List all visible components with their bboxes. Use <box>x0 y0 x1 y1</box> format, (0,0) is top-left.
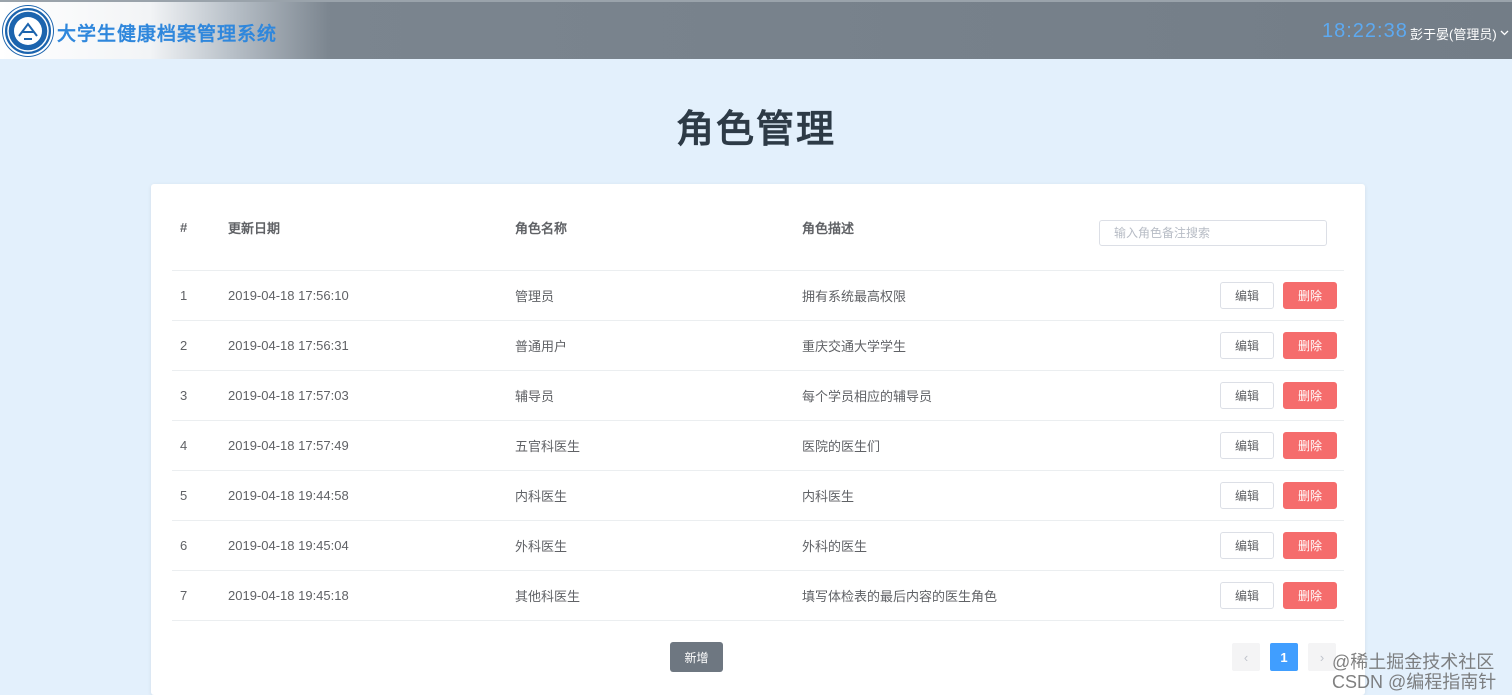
table-row: 7 2019-04-18 19:45:18 其他科医生 填写体检表的最后内容的医生角色… <box>172 571 1344 621</box>
edit-button[interactable]: 编辑 <box>1220 582 1274 609</box>
pagination: ‹ 1 › <box>1232 643 1336 671</box>
edit-button[interactable]: 编辑 <box>1220 432 1274 459</box>
row-role-desc: 重庆交通大学学生 <box>802 339 907 354</box>
table-row: 1 2019-04-18 17:56:10 管理员 拥有系统最高权限 编辑 删除 <box>172 271 1344 321</box>
table-header-row: # 更新日期 角色名称 角色描述 <box>172 184 1344 271</box>
row-role-name: 内科医生 <box>515 489 568 504</box>
delete-button[interactable]: 删除 <box>1283 282 1337 309</box>
row-index: 7 <box>180 588 188 603</box>
delete-button[interactable]: 删除 <box>1283 332 1337 359</box>
edit-button[interactable]: 编辑 <box>1220 282 1274 309</box>
top-header: 大学生健康档案管理系统 18:22:38 彭于晏(管理员) <box>0 0 1512 59</box>
row-update-date: 2019-04-18 17:57:49 <box>228 438 349 453</box>
column-header-date: 更新日期 <box>228 220 281 236</box>
table-row: 3 2019-04-18 17:57:03 辅导员 每个学员相应的辅导员 编辑 删除 <box>172 371 1344 421</box>
edit-button[interactable]: 编辑 <box>1220 382 1274 409</box>
prev-page-button[interactable]: ‹ <box>1232 643 1260 671</box>
row-role-name: 其他科医生 <box>515 589 581 604</box>
row-index: 1 <box>180 288 188 303</box>
row-role-desc: 每个学员相应的辅导员 <box>802 389 933 404</box>
table-row: 4 2019-04-18 17:57:49 五官科医生 医院的医生们 编辑 删除 <box>172 421 1344 471</box>
row-role-desc: 填写体检表的最后内容的医生角色 <box>802 589 998 604</box>
table-row: 6 2019-04-18 19:45:04 外科医生 外科的医生 编辑 删除 <box>172 521 1344 571</box>
row-role-desc: 医院的医生们 <box>802 439 881 454</box>
add-button[interactable]: 新增 <box>670 642 723 672</box>
user-menu[interactable]: 彭于晏(管理员) <box>1410 24 1509 43</box>
row-update-date: 2019-04-18 19:45:18 <box>228 588 349 603</box>
chevron-down-icon <box>1500 28 1509 39</box>
row-update-date: 2019-04-18 17:56:31 <box>228 338 349 353</box>
row-index: 6 <box>180 538 188 553</box>
edit-button[interactable]: 编辑 <box>1220 482 1274 509</box>
search-input[interactable] <box>1099 220 1327 246</box>
row-update-date: 2019-04-18 17:56:10 <box>228 288 349 303</box>
row-update-date: 2019-04-18 19:45:04 <box>228 538 349 553</box>
watermark-line2: CSDN @编程指南针 <box>1332 672 1497 692</box>
app-title: 大学生健康档案管理系统 <box>57 24 278 45</box>
page-title: 角色管理 <box>675 109 836 151</box>
row-role-name: 普通用户 <box>515 339 568 354</box>
row-role-desc: 拥有系统最高权限 <box>802 289 907 304</box>
delete-button[interactable]: 删除 <box>1283 432 1337 459</box>
row-update-date: 2019-04-18 19:44:58 <box>228 488 349 503</box>
row-role-name: 外科医生 <box>515 539 568 554</box>
row-index: 2 <box>180 338 188 353</box>
page-button-1[interactable]: 1 <box>1270 643 1298 671</box>
row-index: 4 <box>180 438 188 453</box>
watermark-line1: @稀土掘金技术社区 <box>1332 652 1495 672</box>
row-index: 5 <box>180 488 188 503</box>
delete-button[interactable]: 删除 <box>1283 532 1337 559</box>
row-role-name: 管理员 <box>515 289 555 304</box>
watermark: @稀土掘金技术社区 CSDN @编程指南针 <box>1332 652 1496 692</box>
column-header-desc: 角色描述 <box>802 220 855 236</box>
row-index: 3 <box>180 388 188 403</box>
delete-button[interactable]: 删除 <box>1283 482 1337 509</box>
row-role-name: 五官科医生 <box>515 439 581 454</box>
table-row: 2 2019-04-18 17:56:31 普通用户 重庆交通大学学生 编辑 删除 <box>172 321 1344 371</box>
clock: 18:22:38 <box>1322 20 1408 42</box>
edit-button[interactable]: 编辑 <box>1220 332 1274 359</box>
role-table: # 更新日期 角色名称 角色描述 1 2019-04-18 17:56:10 管理员… <box>172 184 1344 621</box>
row-update-date: 2019-04-18 17:57:03 <box>228 388 349 403</box>
row-role-desc: 外科的医生 <box>802 539 868 554</box>
user-name: 彭于晏(管理员) <box>1410 27 1497 42</box>
delete-button[interactable]: 删除 <box>1283 382 1337 409</box>
table-row: 5 2019-04-18 19:44:58 内科医生 内科医生 编辑 删除 <box>172 471 1344 521</box>
row-role-desc: 内科医生 <box>802 489 855 504</box>
edit-button[interactable]: 编辑 <box>1220 532 1274 559</box>
university-logo-icon <box>3 6 53 56</box>
delete-button[interactable]: 删除 <box>1283 582 1337 609</box>
column-header-index: # <box>180 219 188 235</box>
row-role-name: 辅导员 <box>515 389 555 404</box>
role-table-card: # 更新日期 角色名称 角色描述 1 2019-04-18 17:56:10 管理员… <box>151 184 1365 695</box>
column-header-name: 角色名称 <box>515 220 568 236</box>
